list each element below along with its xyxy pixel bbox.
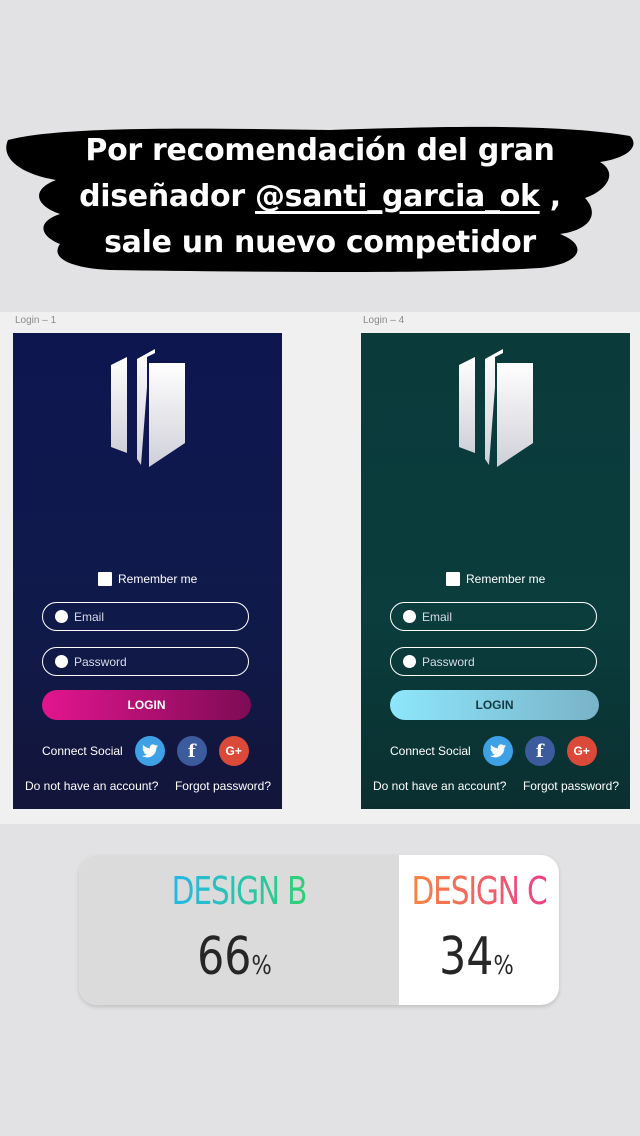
poll-b-unit: % [251,951,272,981]
remember-label: Remember me [466,572,546,586]
login-button[interactable]: LOGIN [42,690,251,720]
connect-social-label: Connect Social [42,744,123,758]
remember-me-row[interactable]: Remember me [98,572,197,586]
signup-link[interactable]: Do not have an account? [373,779,506,793]
artboard-label-1: Login – 1 [15,315,57,326]
password-dot-icon [55,655,68,668]
artboard-label-2: Login – 4 [363,315,405,326]
google-plus-icon[interactable]: G+ [566,736,597,766]
social-row: Connect Social f G+ [390,736,609,766]
social-row: Connect Social f G+ [42,736,261,766]
poll-option-b-percent: 66% [197,927,272,987]
caption-line-2-suffix: , [539,179,561,214]
caption-line-2: diseñador @santi_garcia_ok , [20,174,620,220]
artboard-login-4: Remember me Email Password LOGIN Connect… [361,333,630,809]
email-placeholder: Email [422,609,453,624]
password-placeholder: Password [74,654,127,669]
poll-option-c-label[interactable]: DESIGN C [401,869,557,913]
email-dot-icon [403,610,416,623]
forgot-password-link[interactable]: Forgot password? [523,779,619,793]
signup-link[interactable]: Do not have an account? [25,779,158,793]
caption-text: Por recomendación del gran diseñador @sa… [20,128,620,266]
remember-label: Remember me [118,572,198,586]
poll-sticker[interactable]: DESIGN B DESIGN C 66% 34% [79,855,559,1005]
twitter-icon[interactable] [482,736,513,766]
password-field[interactable]: Password [390,647,597,676]
facebook-icon[interactable]: f [524,736,555,766]
email-field[interactable]: Email [390,602,597,631]
facebook-icon[interactable]: f [176,736,207,766]
forgot-password-link[interactable]: Forgot password? [175,779,271,793]
caption-line-1: Por recomendación del gran [85,133,555,168]
email-placeholder: Email [74,609,105,624]
poll-c-value: 34 [439,927,494,987]
connect-social-label: Connect Social [390,744,471,758]
mention-link[interactable]: @santi_garcia_ok [255,179,540,214]
account-links: Do not have an account? Forgot password? [25,779,271,793]
remember-checkbox[interactable] [446,572,460,586]
remember-me-row[interactable]: Remember me [446,572,545,586]
email-dot-icon [55,610,68,623]
google-plus-icon[interactable]: G+ [218,736,249,766]
password-placeholder: Password [422,654,475,669]
caption-line-3: sale un nuevo competidor [104,225,536,260]
caption-line-2-prefix: diseñador [79,179,255,214]
artboard-login-1: Remember me Email Password LOGIN Connect… [13,333,282,809]
poll-option-b-label[interactable]: DESIGN B [161,869,317,913]
poll-option-c-percent: 34% [439,927,514,987]
twitter-icon[interactable] [134,736,165,766]
brand-logo-icon [459,349,533,467]
login-button[interactable]: LOGIN [390,690,599,720]
poll-b-value: 66 [197,927,252,987]
brand-logo-icon [111,349,185,467]
password-dot-icon [403,655,416,668]
email-field[interactable]: Email [42,602,249,631]
password-field[interactable]: Password [42,647,249,676]
account-links: Do not have an account? Forgot password? [373,779,619,793]
remember-checkbox[interactable] [98,572,112,586]
poll-c-unit: % [493,951,514,981]
